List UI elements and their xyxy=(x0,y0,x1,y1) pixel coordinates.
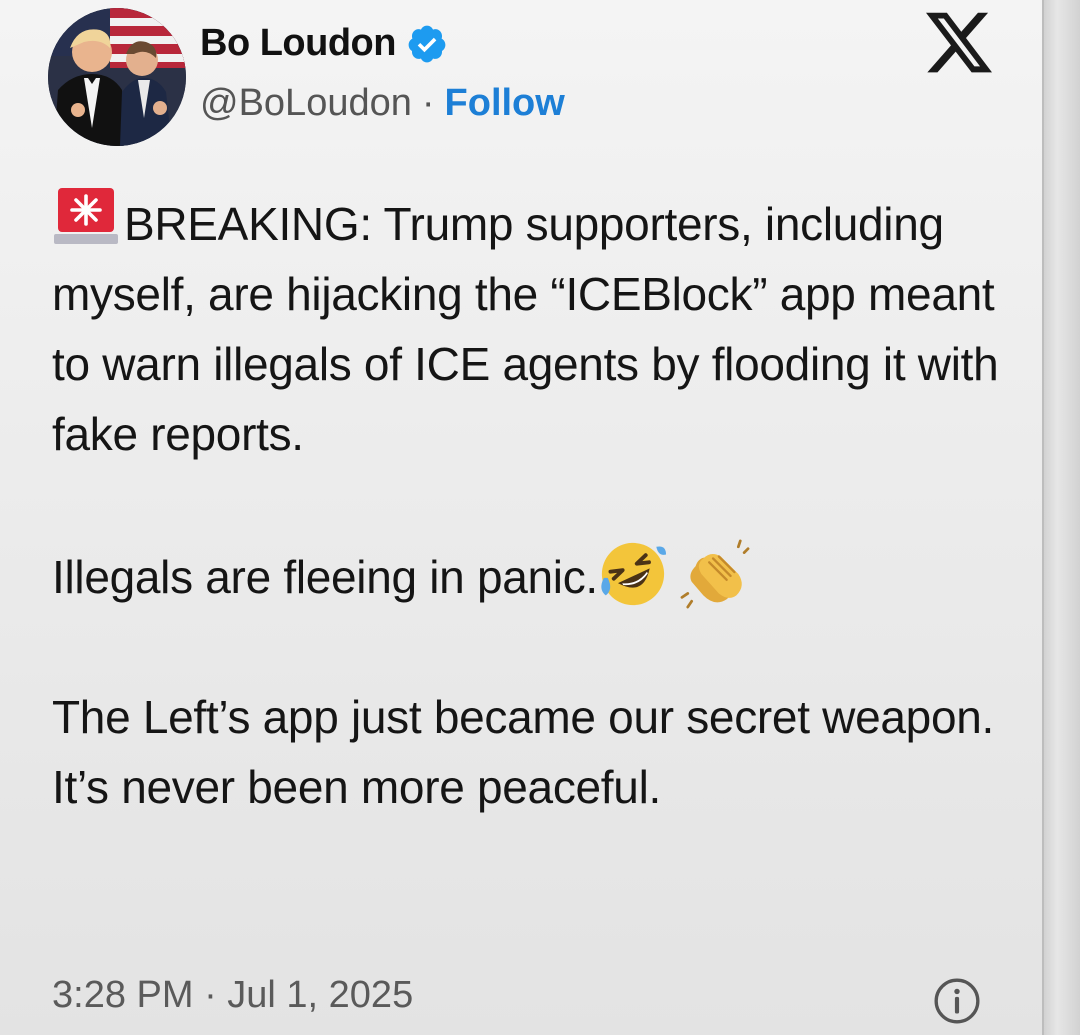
author-name-row[interactable]: Bo Loudon xyxy=(200,22,448,65)
handle-row: @BoLoudon · Follow xyxy=(200,82,565,125)
separator-dot: · xyxy=(421,82,435,124)
verified-badge-icon xyxy=(408,25,446,62)
avatar-photo xyxy=(48,8,186,146)
avatar[interactable] xyxy=(48,8,186,146)
author-handle[interactable]: @BoLoudon xyxy=(200,82,412,125)
tweet-paragraph-2-text: Illegals are fleeing in panic. xyxy=(52,551,598,603)
tweet-text: BREAKING: Trump supporters, including my… xyxy=(52,186,1012,822)
tweet-paragraph-2: Illegals are fleeing in panic. xyxy=(52,539,1012,612)
tweet-card: Bo Loudon @BoLoudon · Follow BREAKING: T… xyxy=(0,0,1042,1035)
rolling-laughing-emoji xyxy=(601,542,666,606)
follow-button[interactable]: Follow xyxy=(445,82,565,125)
tweet-timestamp[interactable]: 3:28 PM · Jul 1, 2025 xyxy=(52,974,413,1017)
tweet-paragraph-3: The Left’s app just became our secret we… xyxy=(52,682,1012,822)
tweet-paragraph-1: BREAKING: Trump supporters, including my… xyxy=(52,186,1012,469)
tweet-paragraph-3-text: The Left’s app just became our secret we… xyxy=(52,691,994,813)
display-name[interactable]: Bo Loudon xyxy=(200,22,396,65)
tweet-paragraph-1-text: BREAKING: Trump supporters, including my… xyxy=(52,198,999,460)
info-icon[interactable] xyxy=(932,976,982,1026)
clapping-hands-emoji xyxy=(680,539,750,609)
siren-icon xyxy=(54,188,118,244)
x-logo-icon[interactable] xyxy=(926,12,992,74)
right-edge-strip xyxy=(1042,0,1080,1035)
